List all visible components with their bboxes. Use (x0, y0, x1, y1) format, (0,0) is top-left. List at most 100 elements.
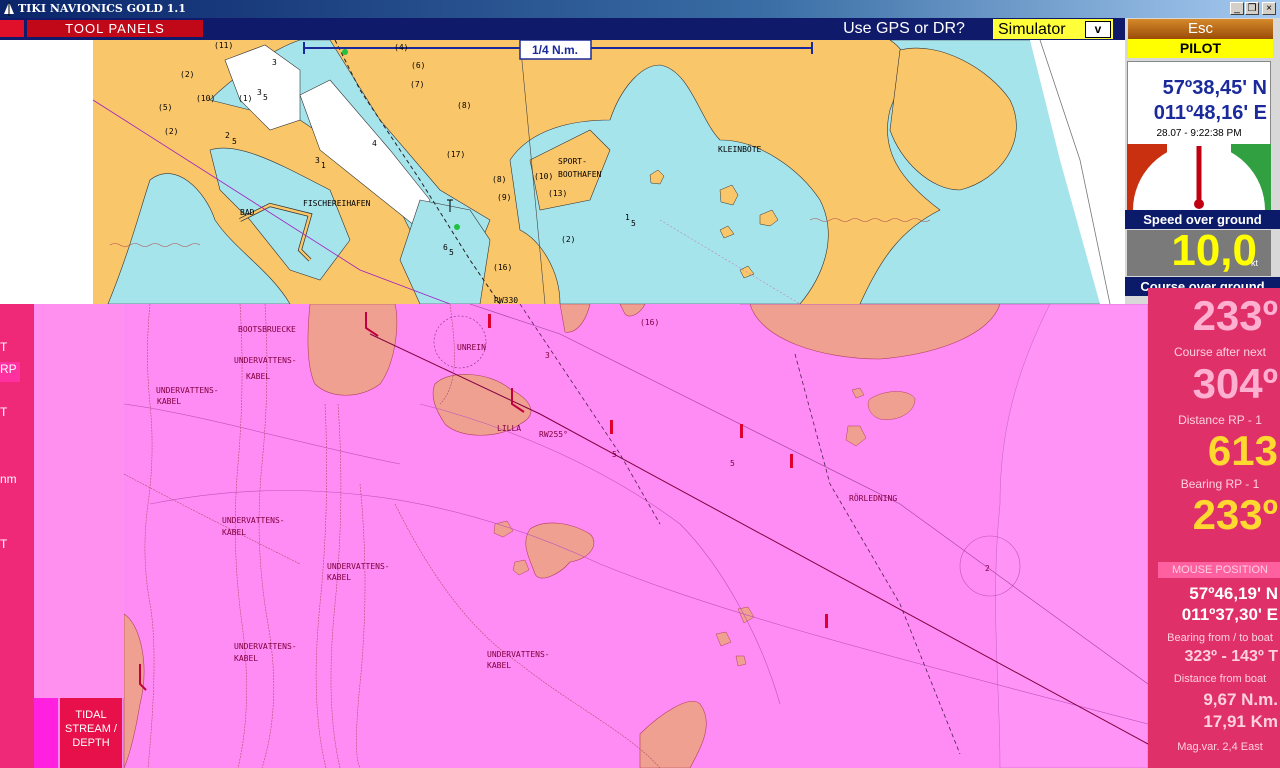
gps-dr-question: Use GPS or DR? (843, 20, 965, 37)
distance-from-boat-km: 17,91 Km (1203, 712, 1278, 731)
simulator-label: Simulator (998, 21, 1066, 38)
depth-label: 5 (730, 459, 735, 468)
depth-label: 5 (631, 219, 636, 228)
mouse-latitude: 57º46,19' N (1189, 584, 1278, 603)
chart-label: UNDERVATTENS- (487, 650, 550, 659)
boat-latitude: 57º38,45' N (1162, 77, 1267, 99)
magnetic-variation: Mag.var. 2,4 East (1177, 741, 1263, 753)
chart-label: BAD (240, 208, 255, 217)
depth-label: 1 (625, 213, 630, 222)
close-button[interactable]: × (1262, 2, 1276, 15)
bearing-from-to-value: 323º - 143º T (1184, 648, 1278, 665)
rudder-gauge (1127, 144, 1271, 210)
depth-label: (13) (548, 189, 567, 198)
chart-label: FISCHEREIHAFEN (303, 199, 371, 208)
left-tool-area (34, 304, 124, 698)
chart-label: KABEL (234, 654, 258, 663)
depth-label: 2 (225, 131, 230, 140)
depth-label: 3 (257, 88, 262, 97)
chart-label: BOOTSBRUECKE (238, 325, 296, 334)
chart-label: KABEL (487, 661, 511, 670)
depth-label: (16) (640, 318, 659, 327)
chart-label: UNDERVATTENS- (327, 562, 390, 571)
maximize-button[interactable]: ❐ (1245, 2, 1259, 15)
distance-value: 613 (1207, 427, 1278, 474)
chart-label: LILLA (497, 424, 521, 433)
course-next-label: Course after next (1173, 345, 1267, 359)
depth-label: (8) (457, 101, 471, 110)
side-label[interactable]: nm (0, 472, 17, 486)
boat-longitude: 011º48,16' E (1153, 102, 1267, 124)
depth-label: (4) (394, 43, 408, 52)
depth-label: 5 (232, 137, 237, 146)
distance-label: Distance RP - 1 (1178, 413, 1262, 427)
depth-label: (10) (534, 172, 553, 181)
depth-label: (7) (410, 80, 424, 89)
mouse-position-label: MOUSE POSITION (1172, 564, 1268, 576)
depth-label: (17) (446, 150, 465, 159)
chart-label: UNDERVATTENS- (222, 516, 285, 525)
depth-label: 5 (263, 93, 268, 102)
chart-label: KABEL (327, 573, 351, 582)
distance-from-boat-nm: 9,67 N.m. (1203, 690, 1278, 709)
depth-label: (2) (164, 127, 178, 136)
scale-label: 1/4 N.m. (532, 43, 578, 57)
side-label[interactable]: T (0, 340, 7, 354)
bearing-from-to-label: Bearing from / to boat (1167, 632, 1273, 644)
side-label[interactable]: T (0, 405, 7, 419)
depth-label: 5 (449, 248, 454, 257)
app-sail-icon (4, 2, 14, 16)
depth-label: 5 (612, 450, 617, 459)
depth-label: (16) (493, 263, 512, 272)
bearing-label: Bearing RP - 1 (1180, 477, 1260, 491)
side-label[interactable]: T (0, 537, 7, 551)
depth-label: (2) (180, 70, 194, 79)
depth-label: 3 (545, 351, 550, 360)
chart-label: BOOTHAFEN (558, 170, 602, 179)
depth-label: (8) (492, 175, 506, 184)
datetime: 28.07 - 9:22:38 PM (1156, 128, 1242, 139)
cog-value: 233º (1192, 292, 1278, 339)
chart-label: UNDERVATTENS- (156, 386, 219, 395)
depth-label: (2) (561, 235, 575, 244)
mouse-longitude: 011º37,30' E (1181, 605, 1278, 624)
depth-label: 4 (372, 139, 377, 148)
chart-label: UNDERVATTENS- (234, 642, 297, 651)
depth-label: (9) (497, 193, 511, 202)
chart-label: UNREIN (457, 343, 486, 352)
menu-toggle-button[interactable] (0, 20, 24, 37)
depth-label: 1 (321, 161, 326, 170)
tool-panels-button[interactable]: TOOL PANELS (27, 20, 203, 37)
chart-label: UNDERVATTENS- (234, 356, 297, 365)
tidal-stream-depth-button[interactable]: TIDAL STREAM / DEPTH (60, 698, 122, 768)
depth-label: (6) (411, 61, 425, 70)
chart-label: RW255° (539, 430, 568, 439)
minimize-button[interactable]: _ (1230, 2, 1244, 15)
depth-label: 3 (272, 58, 277, 67)
distance-from-boat-label: Distance from boat (1173, 673, 1267, 685)
pilot-mode-label[interactable]: PILOT (1128, 39, 1273, 58)
course-next-value: 304º (1192, 360, 1278, 407)
depth-label: (11) (214, 41, 233, 50)
chart-label: KABEL (222, 528, 246, 537)
sog-value: 10,0 (1171, 226, 1257, 275)
nautical-chart-top[interactable]: 1/4 N.m. FISCHEREIHAFEN BAD SPORT- BOOTH… (0, 40, 1125, 304)
depth-label: 2 (985, 564, 990, 573)
nautical-chart-bottom[interactable]: BOOTSBRUECKE UNDERVATTENS- KABEL UNDERVA… (0, 304, 1148, 768)
chart-label: KABEL (246, 372, 270, 381)
esc-button[interactable]: Esc (1128, 19, 1273, 39)
side-label[interactable]: RP (0, 362, 20, 382)
title-bar: TIKI NAVIONICS GOLD 1.1 _ ❐ × (0, 0, 1280, 18)
chart-label: KLEINBÖTE (718, 144, 762, 154)
chart-label: SPORT- (558, 157, 587, 166)
tidal-color-swatch (34, 698, 58, 768)
simulator-dropdown[interactable]: v (1085, 21, 1111, 38)
chart-label: KABEL (157, 397, 181, 406)
depth-label: 3 (315, 156, 320, 165)
depth-label: 6 (443, 243, 448, 252)
chart-label: RÖRLEDNING (849, 493, 897, 503)
depth-label: (10) (196, 94, 215, 103)
depth-label: RW330 (494, 296, 518, 304)
sog-unit: kt (1251, 258, 1259, 268)
bearing-value: 233º (1192, 491, 1278, 538)
